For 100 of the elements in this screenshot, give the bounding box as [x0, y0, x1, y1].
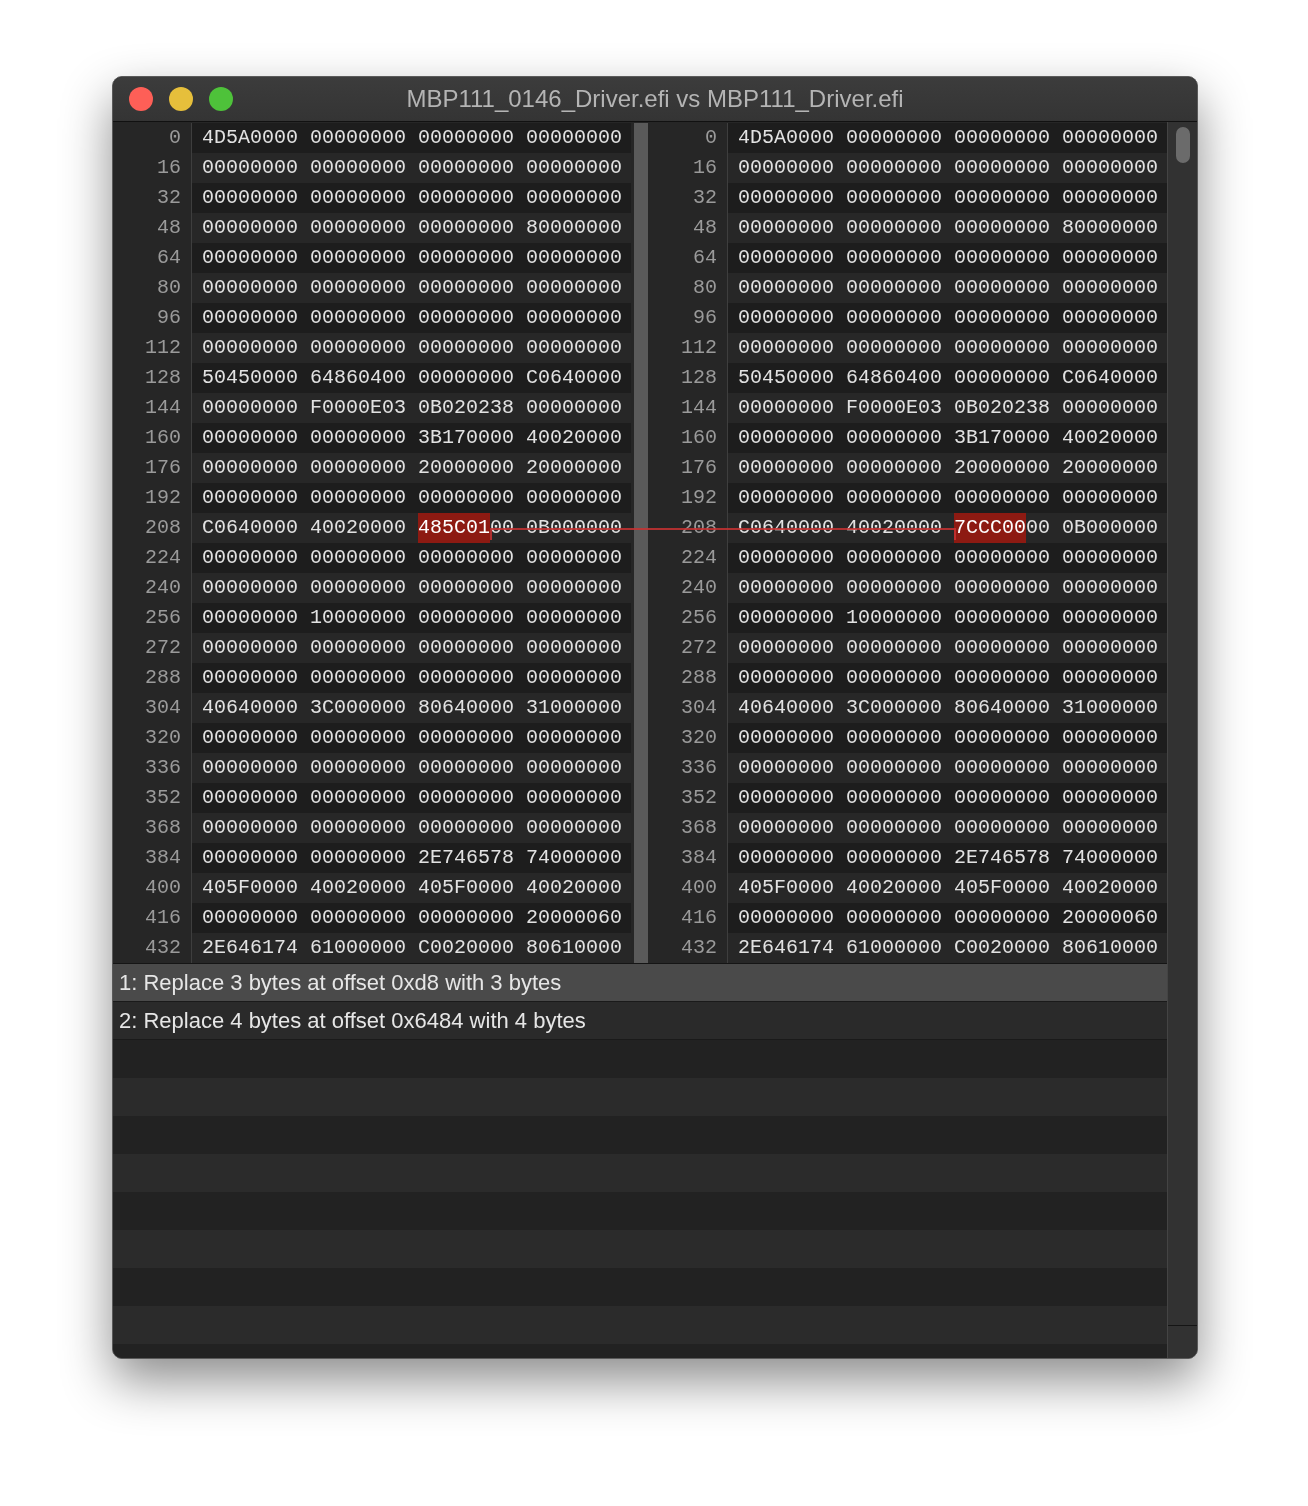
zoom-icon[interactable] [209, 87, 233, 111]
hex-word: 00000000 [418, 635, 515, 661]
hex-word: 405F0000 [738, 875, 834, 901]
hex-word: 00000000 [202, 665, 298, 691]
hex-word: 00000000 [202, 485, 298, 511]
offset-label: 112 [113, 333, 192, 363]
scroll-thumb[interactable] [1175, 127, 1190, 163]
hex-word: 40020000 [1062, 425, 1159, 451]
offset-label: 336 [113, 753, 192, 783]
hex-word: 00000000 [846, 245, 943, 271]
hex-word: 00000000 [310, 125, 407, 151]
change-item[interactable]: 1: Replace 3 bytes at offset 0xd8 with 3 bytes [113, 964, 1167, 1002]
offset-label: 48 [113, 213, 192, 243]
hex-word: 00000000 [846, 155, 943, 181]
hex-word: 00000000 [738, 725, 834, 751]
hex-word: 00000000 [310, 485, 407, 511]
hex-word: 40640000 [738, 695, 834, 721]
hex-word: 00000000 [954, 155, 1051, 181]
hex-word: 80610000 [526, 935, 623, 961]
hex-word: 00000000 [202, 335, 298, 361]
hex-word: 00000000 [954, 785, 1051, 811]
hex-word: 2E646174 [202, 935, 298, 961]
offset-label: 256 [113, 603, 192, 633]
hex-word: 00000000 [418, 275, 515, 301]
hex-word: 00000000 [310, 185, 407, 211]
hex-word: 20000060 [526, 905, 623, 931]
hex-word: 00000000 [846, 305, 943, 331]
offset-label: 32 [113, 183, 192, 213]
hex-word: 00000000 [418, 305, 515, 331]
hex-word: 00000000 [846, 455, 943, 481]
hex-word: F0000E03 [846, 395, 943, 421]
hex-word: 00000000 [954, 755, 1051, 781]
hex-word: 20000000 [954, 455, 1051, 481]
pane-scrollbar[interactable] [634, 123, 648, 963]
hex-word: 00000000 [418, 245, 515, 271]
hex-word: 00000000 [738, 815, 834, 841]
hex-word: 00000000 [1062, 785, 1159, 811]
hex-word: 00000000 [418, 575, 515, 601]
hex-word: 74000000 [1062, 845, 1159, 871]
close-icon[interactable] [129, 87, 153, 111]
hex-word: 00000000 [1062, 725, 1159, 751]
hex-word: 00000000 [418, 725, 515, 751]
offset-label: 304 [113, 693, 192, 723]
hex-word: 00000000 [954, 245, 1051, 271]
offset-label: 192 [113, 483, 192, 513]
hex-word: 00000000 [846, 575, 943, 601]
hex-word: 00000000 [846, 275, 943, 301]
hex-word: 31000000 [526, 695, 623, 721]
hex-word: 00000000 [846, 485, 943, 511]
hex-word: 00000000 [310, 815, 407, 841]
hex-word: 00000000 [954, 545, 1051, 571]
hex-word: 00000000 [418, 215, 515, 241]
hex-word: 00000000 [738, 155, 834, 181]
hex-word: 0B020238 [954, 395, 1051, 421]
hex-word: 00000000 [202, 605, 298, 631]
offset-label: 368 [113, 813, 192, 843]
hex-word: 00000000 [846, 845, 943, 871]
offset-label: 352 [113, 783, 192, 813]
window-title: MBP111_0146_Driver.efi vs MBP111_Driver.efi [406, 85, 904, 113]
hex-word: 00000000 [202, 155, 298, 181]
hex-word: 40020000 [846, 875, 943, 901]
hex-word: 00000000 [418, 785, 515, 811]
scrollbar[interactable] [1167, 122, 1197, 1358]
hex-word: 00000000 [526, 335, 623, 361]
hex-word: 00000000 [954, 905, 1051, 931]
hex-word: 00000000 [202, 845, 298, 871]
hex-word: 00000000 [202, 545, 298, 571]
hex-word: 00000000 [202, 275, 298, 301]
hex-word: F0000E03 [310, 395, 407, 421]
hex-word: 00000000 [202, 635, 298, 661]
hex-word: 00000000 [738, 635, 834, 661]
changed-bytes: 7CCC00 [954, 513, 1027, 543]
hex-word: 00000000 [954, 725, 1051, 751]
hex-word: C0640000 [202, 515, 298, 541]
hex-word: 00000000 [738, 395, 834, 421]
hex-word: 00000000 [526, 395, 623, 421]
hex-word: 61000000 [310, 935, 407, 961]
hex-word: 00000000 [846, 425, 943, 451]
hex-word: 00000000 [738, 185, 834, 211]
hex-word: 00000000 [526, 545, 623, 571]
hex-word: 00000000 [1062, 755, 1159, 781]
hex-word: 2E746578 [954, 845, 1051, 871]
hex-word: 50450000 [202, 365, 298, 391]
hex-word: 00000000 [418, 125, 515, 151]
hex-word: 80000000 [1062, 215, 1159, 241]
hex-word: 00000000 [418, 365, 515, 391]
hex-word: 40020000 [310, 515, 407, 541]
hex-word: 00000000 [310, 155, 407, 181]
hex-word: 00000000 [526, 605, 623, 631]
minimize-icon[interactable] [169, 87, 193, 111]
hex-word: 00000000 [846, 905, 943, 931]
hex-word: 00000000 [310, 905, 407, 931]
hex-word: 4D5A0000 [738, 125, 834, 151]
hex-word: 00000000 [418, 185, 515, 211]
hex-word: 00000000 [202, 425, 298, 451]
hex-word: 00000000 [418, 335, 515, 361]
hex-word: 00000000 [1062, 275, 1159, 301]
hex-word: 00000000 [526, 275, 623, 301]
hex-word: 40020000 [526, 425, 623, 451]
hex-word: 20000060 [1062, 905, 1159, 931]
